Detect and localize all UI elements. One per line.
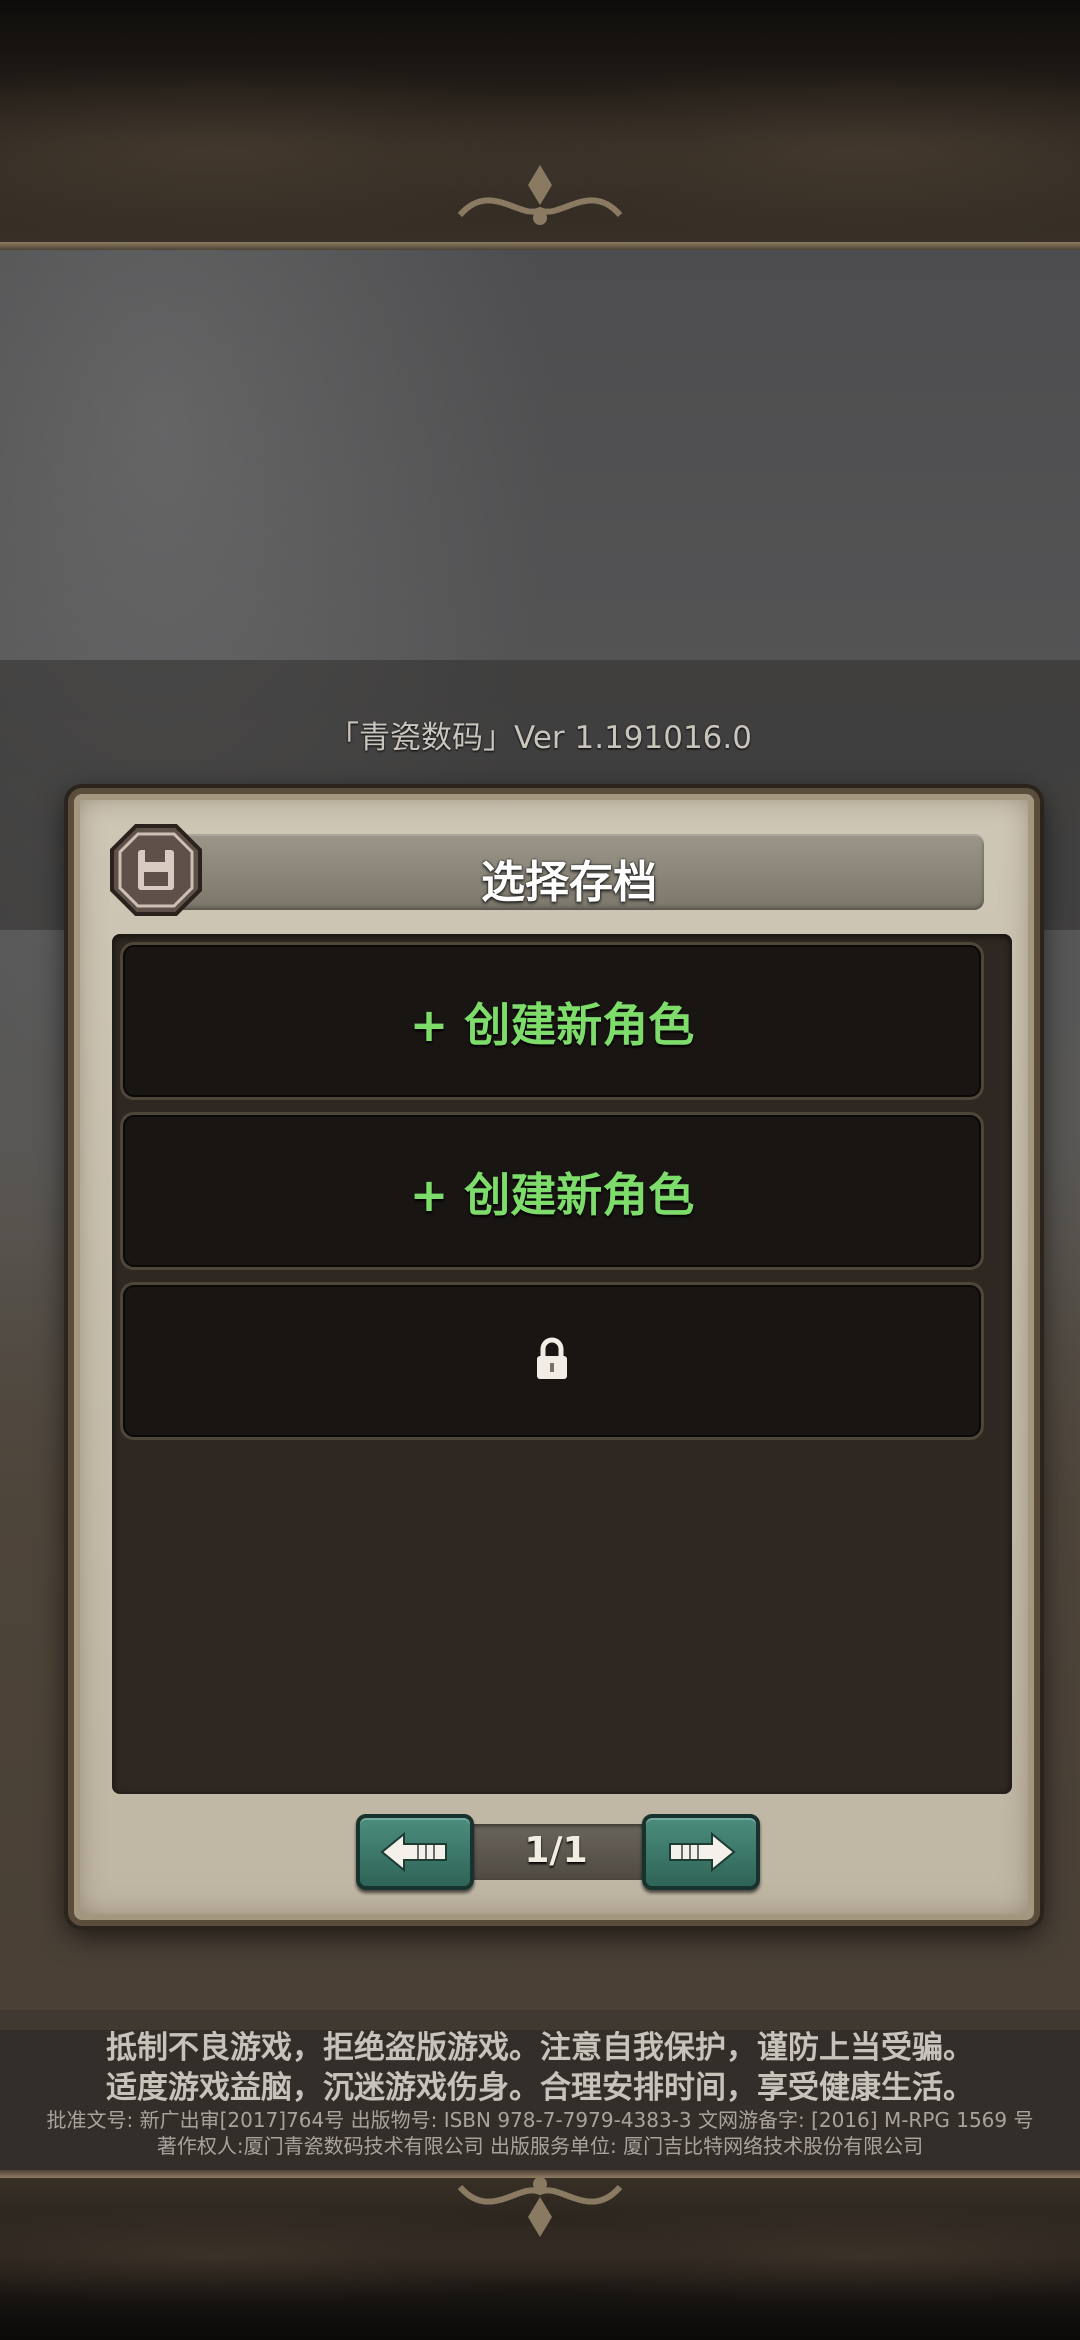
- floppy-disk-icon: [110, 824, 202, 916]
- dialog-title-bar: 选择存档: [154, 834, 984, 910]
- prev-page-button[interactable]: [356, 1814, 474, 1890]
- health-notice-line-2: 适度游戏益脑，沉迷游戏伤身。合理安排时间，享受健康生活。: [106, 2070, 974, 2106]
- lock-icon: [537, 1337, 567, 1379]
- game-screen: 「青瓷数码」Ver 1.191016.0 选择存档 + 创建新角色 + 创建新角…: [0, 0, 1080, 2340]
- health-notice-line-1: 抵制不良游戏，拒绝盗版游戏。注意自我保护，谨防上当受骗。: [106, 2030, 974, 2066]
- create-character-label: + 创建新角色: [409, 1168, 695, 1222]
- create-character-label: + 创建新角色: [409, 998, 695, 1052]
- save-slot-1[interactable]: + 创建新角色: [120, 942, 984, 1100]
- version-label: 「青瓷数码」Ver 1.191016.0: [328, 720, 752, 756]
- dialog-title: 选择存档: [481, 857, 657, 908]
- page-indicator: 1/1: [524, 1830, 588, 1871]
- arrow-left-icon: [380, 1832, 447, 1872]
- save-slot-3-locked[interactable]: [120, 1282, 984, 1440]
- arrow-right-icon: [669, 1832, 736, 1872]
- next-page-button[interactable]: [642, 1814, 760, 1890]
- legal-info-line-2: 著作权人:厦门青瓷数码技术有限公司 出版服务单位: 厦门吉比特网络技术股份有限公…: [156, 2134, 924, 2158]
- bottom-ornament-icon: [457, 2177, 623, 2237]
- select-save-dialog: 选择存档 + 创建新角色 + 创建新角色 1/1: [68, 788, 1040, 1926]
- save-slots-panel: + 创建新角色 + 创建新角色: [112, 934, 1012, 1794]
- save-slot-2[interactable]: + 创建新角色: [120, 1112, 984, 1270]
- health-notice-band: 抵制不良游戏，拒绝盗版游戏。注意自我保护，谨防上当受骗。 适度游戏益脑，沉迷游戏…: [0, 2010, 1080, 2175]
- legal-info-line-1: 批准文号: 新广出审[2017]764号 出版物号: ISBN 978-7-79…: [46, 2108, 1034, 2132]
- pagination: 1/1: [356, 1814, 760, 1890]
- bottom-ornate-frame: [0, 2170, 1080, 2340]
- top-ornament-icon: [457, 165, 623, 225]
- top-ornate-frame: [0, 0, 1080, 250]
